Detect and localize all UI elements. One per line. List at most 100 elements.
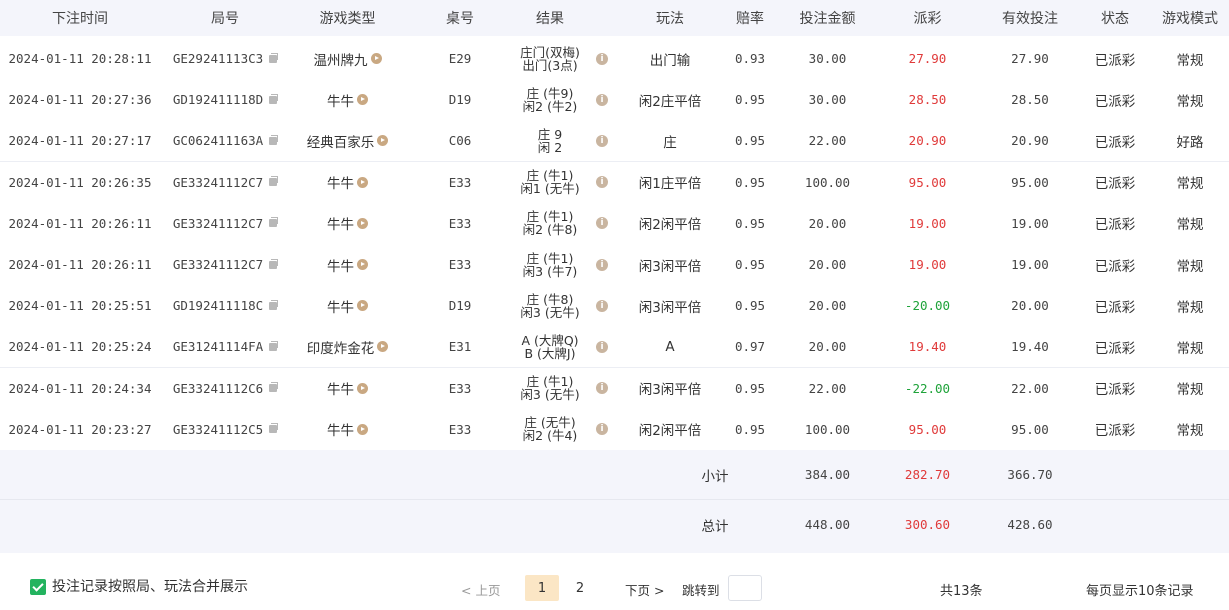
bet-amount: 22.00 <box>808 380 847 396</box>
total-bet: 448.00 <box>804 517 851 532</box>
play-video-icon[interactable] <box>370 53 382 64</box>
col-round-no: 局号 <box>211 11 239 27</box>
game-mode: 常规 <box>1176 258 1204 275</box>
odds: 0.95 <box>734 174 766 190</box>
game-type-cell: 牛牛 <box>290 203 405 244</box>
col-payout: 派彩 <box>913 11 942 27</box>
merge-checkbox[interactable] <box>30 579 46 595</box>
status: 已派彩 <box>1094 258 1136 275</box>
result-line-2: 闲3 (无牛) <box>520 387 580 403</box>
table-row: 2024-01-11 20:28:11 GE29241113C3 温州牌九 E29 庄门… <box>0 38 1229 80</box>
round-no: GD192411118D <box>172 92 264 108</box>
next-page-button[interactable]: 下页 > <box>625 580 664 599</box>
play-video-icon[interactable] <box>357 94 368 106</box>
page-button-1[interactable]: 1 <box>525 575 559 601</box>
result-line-2: 闲 2 <box>537 139 563 155</box>
play-video-icon[interactable] <box>357 259 368 270</box>
page-button-2[interactable]: 2 <box>563 575 597 601</box>
play-video-icon[interactable] <box>377 341 389 353</box>
result-line-2: 闲3 (牛7) <box>522 263 578 279</box>
round-no-cell: GE33241112C7 <box>160 203 290 244</box>
info-icon[interactable]: i <box>596 299 608 312</box>
result-cell: 庄 (牛8) 闲3 (无牛) <box>510 285 590 326</box>
copy-icon[interactable] <box>269 340 279 351</box>
result-line-2: 闲2 (牛8) <box>522 222 578 238</box>
game-type: 牛牛 <box>327 382 354 399</box>
play-video-icon[interactable] <box>357 176 368 188</box>
game-type-cell: 经典百家乐 <box>290 120 405 161</box>
payout: 19.40 <box>908 339 947 355</box>
result-cell: 庄 (牛9) 闲2 (牛2) <box>510 79 590 120</box>
game-type-cell: 印度炸金花 <box>290 326 405 367</box>
round-no: GE31241114FA <box>172 339 264 355</box>
round-no: GE29241113C3 <box>172 51 264 66</box>
odds: 0.95 <box>734 215 766 231</box>
copy-icon[interactable] <box>269 258 279 269</box>
game-mode: 常规 <box>1176 423 1204 440</box>
info-icon[interactable]: i <box>596 134 608 147</box>
odds: 0.95 <box>734 421 766 437</box>
copy-icon[interactable] <box>269 382 279 393</box>
copy-icon[interactable] <box>269 93 279 104</box>
result-line-1: 庄 (牛8) <box>526 291 574 307</box>
info-icon[interactable]: i <box>596 217 608 230</box>
round-no: GE33241112C5 <box>172 421 264 437</box>
bet-time: 2024-01-11 20:24:34 <box>8 380 152 396</box>
play-type: 闲3闲平倍 <box>638 382 702 399</box>
info-icon[interactable]: i <box>596 340 608 353</box>
bet-time: 2024-01-11 20:25:51 <box>8 298 152 314</box>
status: 已派彩 <box>1094 93 1136 110</box>
info-icon[interactable]: i <box>596 382 608 395</box>
result-cell: 庄 (牛1) 闲3 (无牛) <box>510 368 590 409</box>
result-line-2: 出门(3点) <box>522 57 578 73</box>
info-icon[interactable]: i <box>596 423 608 436</box>
info-icon[interactable]: i <box>596 93 608 106</box>
info-icon[interactable]: i <box>596 176 608 189</box>
game-mode: 常规 <box>1176 52 1204 69</box>
result-info-cell: i <box>592 244 612 285</box>
round-no-cell: GE33241112C5 <box>160 409 290 450</box>
payout: 27.90 <box>908 51 947 66</box>
copy-icon[interactable] <box>269 134 279 145</box>
info-icon[interactable]: i <box>596 258 608 271</box>
game-mode: 常规 <box>1176 340 1204 357</box>
merge-checkbox-label[interactable]: 投注记录按照局、玩法合并展示 <box>52 578 248 596</box>
bet-amount: 100.00 <box>804 421 851 437</box>
copy-icon[interactable] <box>269 176 279 187</box>
table-no: E31 <box>448 339 472 355</box>
table-no: E33 <box>448 257 472 272</box>
status: 已派彩 <box>1094 340 1136 357</box>
copy-icon[interactable] <box>269 299 279 310</box>
result-line-1: 庄 9 <box>537 126 563 142</box>
table-row: 2024-01-11 20:24:34 GE33241112C6 牛牛 E33 庄 (牛… <box>0 367 1229 410</box>
table-no: E33 <box>448 421 472 437</box>
game-type: 牛牛 <box>327 217 354 234</box>
col-game-type: 游戏类型 <box>319 11 376 27</box>
play-video-icon[interactable] <box>357 382 368 394</box>
play-video-icon[interactable] <box>357 217 368 229</box>
play-video-icon[interactable] <box>357 423 368 435</box>
copy-icon[interactable] <box>269 52 279 63</box>
game-type: 牛牛 <box>327 299 354 316</box>
bet-amount: 20.00 <box>808 339 847 355</box>
game-type-cell: 牛牛 <box>290 285 405 326</box>
game-type-cell: 牛牛 <box>290 162 405 203</box>
payout: 28.50 <box>908 92 947 108</box>
status: 已派彩 <box>1094 134 1136 151</box>
result-line-2: 闲1 (无牛) <box>520 181 580 197</box>
game-type: 牛牛 <box>327 423 354 440</box>
play-type: 闲2庄平倍 <box>638 93 702 110</box>
status: 已派彩 <box>1094 176 1136 193</box>
prev-page-button[interactable]: < 上页 <box>461 580 500 599</box>
copy-icon[interactable] <box>269 423 279 434</box>
table-row: 2024-01-11 20:25:24 GE31241114FA 印度炸金花 E31 A… <box>0 326 1229 369</box>
play-video-icon[interactable] <box>357 300 368 312</box>
result-info-cell: i <box>592 79 612 120</box>
game-type-cell: 牛牛 <box>290 409 405 450</box>
play-video-icon[interactable] <box>377 135 389 147</box>
info-icon[interactable]: i <box>596 52 608 65</box>
bet-time: 2024-01-11 20:26:11 <box>8 257 152 272</box>
copy-icon[interactable] <box>269 217 279 228</box>
jump-page-input[interactable] <box>728 575 762 601</box>
play-type: 庄 <box>663 134 677 151</box>
